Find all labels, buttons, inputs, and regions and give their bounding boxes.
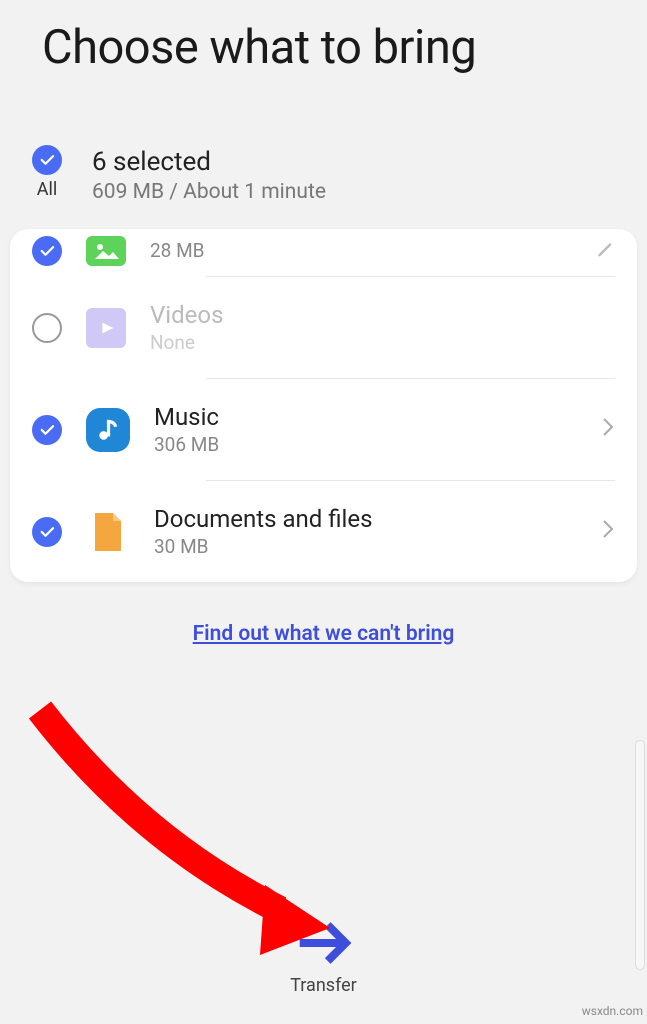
document-icon <box>86 510 130 554</box>
check-icon <box>32 145 62 175</box>
chevron-right-icon[interactable] <box>601 518 615 546</box>
item-body: Videos None <box>150 295 615 360</box>
check-icon[interactable] <box>32 517 62 547</box>
watermark: wsxdn.com <box>582 1004 643 1018</box>
chevron-right-icon[interactable] <box>601 416 615 444</box>
summary-text: 6 selected 609 MB / About 1 minute <box>92 145 326 204</box>
item-sub: 306 MB <box>154 433 577 456</box>
check-icon[interactable] <box>32 415 62 445</box>
item-body: Documents and files 30 MB <box>154 499 577 564</box>
image-icon <box>86 236 126 266</box>
unchecked-icon[interactable] <box>32 313 62 343</box>
edit-icon[interactable] <box>595 238 615 264</box>
item-title: Videos <box>150 301 615 329</box>
music-icon <box>86 408 130 452</box>
list-item[interactable]: Documents and files 30 MB <box>10 481 637 582</box>
list-item[interactable]: Videos None <box>10 277 637 378</box>
arrow-right-icon <box>293 917 353 969</box>
transfer-button[interactable]: Transfer <box>290 917 357 996</box>
video-icon <box>86 308 126 348</box>
cant-bring-link[interactable]: Find out what we can't bring <box>193 622 455 646</box>
all-label: All <box>37 179 58 200</box>
selection-summary: All 6 selected 609 MB / About 1 minute <box>0 135 647 229</box>
item-card: 28 MB Videos None Music 306 <box>10 229 637 582</box>
list-item[interactable]: 28 MB <box>10 229 637 276</box>
item-title: Music <box>154 403 577 431</box>
scrollbar[interactable] <box>635 740 645 970</box>
item-body: Music 306 MB <box>154 397 577 462</box>
selected-meta: 609 MB / About 1 minute <box>92 180 326 204</box>
selected-count: 6 selected <box>92 147 326 177</box>
select-all[interactable]: All <box>32 145 62 200</box>
list-item[interactable]: Music 306 MB <box>10 379 637 480</box>
item-sub: 30 MB <box>154 535 577 558</box>
item-sub: 28 MB <box>150 239 571 262</box>
item-sub: None <box>150 331 615 354</box>
item-title: Documents and files <box>154 505 577 533</box>
header: Choose what to bring <box>0 0 647 135</box>
transfer-label: Transfer <box>290 975 357 996</box>
item-body: 28 MB <box>150 233 571 268</box>
check-icon[interactable] <box>32 236 62 266</box>
page-title: Choose what to bring <box>42 20 605 75</box>
info-link-row: Find out what we can't bring <box>0 622 647 646</box>
